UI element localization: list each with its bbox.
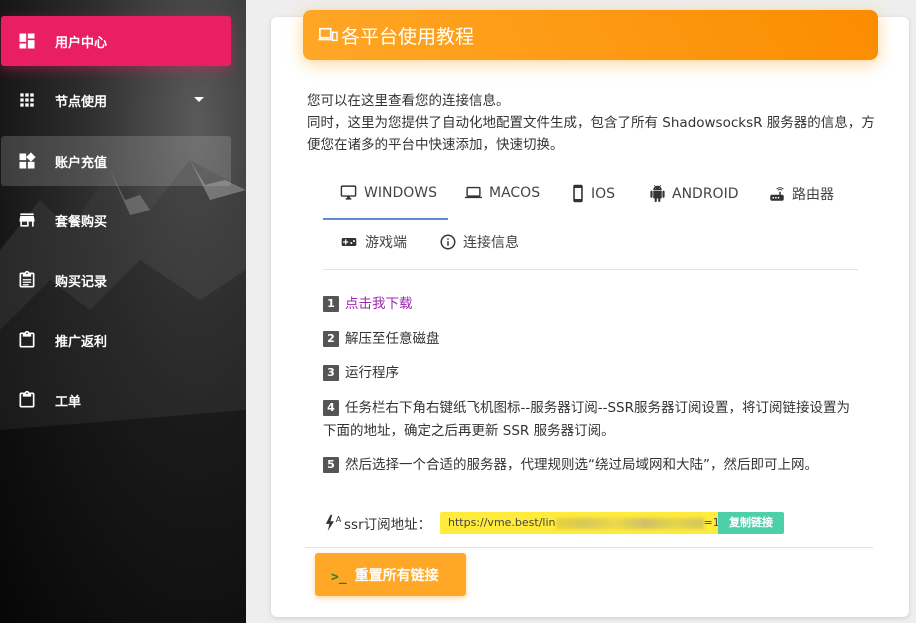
android-icon bbox=[650, 185, 665, 202]
step-3: 3 运行程序 bbox=[323, 362, 863, 385]
ssr-subscription-row: A ssr订阅地址： bbox=[324, 511, 431, 535]
download-link[interactable]: 点击我下载 bbox=[345, 296, 413, 312]
tab-connection-info[interactable]: 连接信息 bbox=[439, 232, 519, 252]
ssr-url-field[interactable]: https://vme.best/lin =1 bbox=[440, 512, 718, 534]
reset-label: 重置所有链接 bbox=[354, 567, 439, 584]
grid-icon bbox=[20, 93, 34, 107]
nav-recharge[interactable]: 账户充值 bbox=[1, 136, 231, 186]
tab-windows[interactable]: WINDOWS bbox=[339, 184, 437, 201]
ssr-url-prefix: https://vme.best/lin bbox=[448, 516, 556, 529]
step-5: 5 然后选择一个合适的服务器，代理规则选“绕过局域网和大陆”，然后即可上网。 bbox=[323, 454, 863, 477]
step-text: 运行程序 bbox=[345, 365, 399, 381]
card-header: 各平台使用教程 bbox=[303, 10, 878, 60]
step-text: 然后选择一个合适的服务器，代理规则选“绕过局域网和大陆”，然后即可上网。 bbox=[345, 457, 818, 473]
step-text: 任务栏右下角右键纸飞机图标--服务器订阅--SSR服务器订阅设置，将订阅链接设置… bbox=[323, 400, 851, 439]
nav-label: 工单 bbox=[55, 394, 82, 410]
redacted-token bbox=[555, 517, 704, 529]
nav-label: 节点使用 bbox=[55, 94, 108, 110]
desktop-icon bbox=[340, 185, 357, 200]
intro-line-2: 同时，这里为您提供了自动化地配置文件生成，包含了所有 ShadowsocksR … bbox=[307, 115, 875, 153]
tab-ios[interactable]: IOS bbox=[571, 184, 615, 203]
footer-divider bbox=[305, 547, 873, 548]
router-icon bbox=[770, 187, 784, 201]
gamepad-icon bbox=[341, 238, 357, 246]
reset-links-button[interactable]: >_ 重置所有链接 bbox=[315, 553, 466, 596]
tab-label: MACOS bbox=[489, 184, 541, 201]
flash-icon: A bbox=[325, 514, 342, 532]
nav-node-usage[interactable]: 节点使用 bbox=[1, 75, 231, 125]
intro-text: 您可以在这里查看您的连接信息。 同时，这里为您提供了自动化地配置文件生成，包含了… bbox=[307, 90, 887, 156]
tab-label: 路由器 bbox=[792, 187, 834, 203]
step-number: 5 bbox=[323, 457, 339, 473]
sidebar: 用户中心 节点使用 账户充值 套餐购买 购买记录 推广返利 工单 bbox=[0, 0, 246, 623]
step-2: 2 解压至任意磁盘 bbox=[323, 328, 863, 351]
info-icon bbox=[440, 234, 456, 250]
step-text: 解压至任意磁盘 bbox=[345, 331, 440, 347]
nav-label: 用户中心 bbox=[55, 35, 108, 51]
tab-label: IOS bbox=[591, 185, 616, 202]
intro-line-1: 您可以在这里查看您的连接信息。 bbox=[307, 93, 510, 109]
svg-text:A: A bbox=[336, 514, 342, 524]
assignment-icon bbox=[19, 270, 35, 288]
tabs-divider bbox=[323, 269, 858, 270]
nav-user-center[interactable]: 用户中心 bbox=[1, 16, 231, 66]
step-number: 3 bbox=[323, 365, 339, 381]
nav-plan-purchase[interactable]: 套餐购买 bbox=[1, 195, 231, 245]
nav-label: 推广返利 bbox=[55, 334, 108, 350]
caret-down-icon bbox=[194, 97, 204, 102]
active-tab-indicator bbox=[323, 218, 448, 220]
tab-label: 连接信息 bbox=[463, 235, 519, 251]
tab-game[interactable]: 游戏端 bbox=[339, 232, 407, 252]
tab-label: ANDROID bbox=[672, 185, 739, 202]
nav-label: 购买记录 bbox=[55, 274, 108, 290]
tab-router[interactable]: 路由器 bbox=[768, 184, 834, 204]
step-4: 4 任务栏右下角右键纸飞机图标--服务器订阅--SSR服务器订阅设置，将订阅链接设… bbox=[323, 397, 863, 443]
devices-icon bbox=[318, 27, 338, 42]
nav-referral[interactable]: 推广返利 bbox=[1, 315, 231, 365]
widgets-icon bbox=[19, 152, 36, 169]
dashboard-icon bbox=[19, 33, 35, 49]
nav-purchase-history[interactable]: 购买记录 bbox=[1, 255, 231, 305]
card-title: 各平台使用教程 bbox=[341, 25, 475, 48]
nav-tickets[interactable]: 工单 bbox=[1, 375, 231, 425]
clipboard-icon bbox=[19, 390, 35, 408]
tab-label: 游戏端 bbox=[365, 235, 407, 251]
store-icon bbox=[19, 213, 35, 227]
nav-label: 套餐购买 bbox=[55, 214, 108, 230]
step-number: 4 bbox=[323, 400, 339, 416]
tab-label: WINDOWS bbox=[364, 184, 437, 201]
tab-android[interactable]: ANDROID bbox=[649, 184, 739, 203]
laptop-icon bbox=[465, 186, 482, 199]
ssr-label: ssr订阅地址： bbox=[344, 517, 432, 533]
clipboard-icon bbox=[19, 330, 35, 348]
step-number: 1 bbox=[323, 296, 339, 312]
ssr-url-suffix: =1 bbox=[703, 516, 718, 529]
step-number: 2 bbox=[323, 331, 339, 347]
terminal-icon: >_ bbox=[331, 570, 347, 585]
phone-icon bbox=[573, 184, 583, 203]
step-1: 1 点击我下载 bbox=[323, 293, 863, 316]
nav-label: 账户充值 bbox=[55, 155, 108, 171]
tab-macos[interactable]: MACOS bbox=[464, 184, 540, 201]
copy-link-button[interactable]: 复制链接 bbox=[718, 512, 784, 534]
